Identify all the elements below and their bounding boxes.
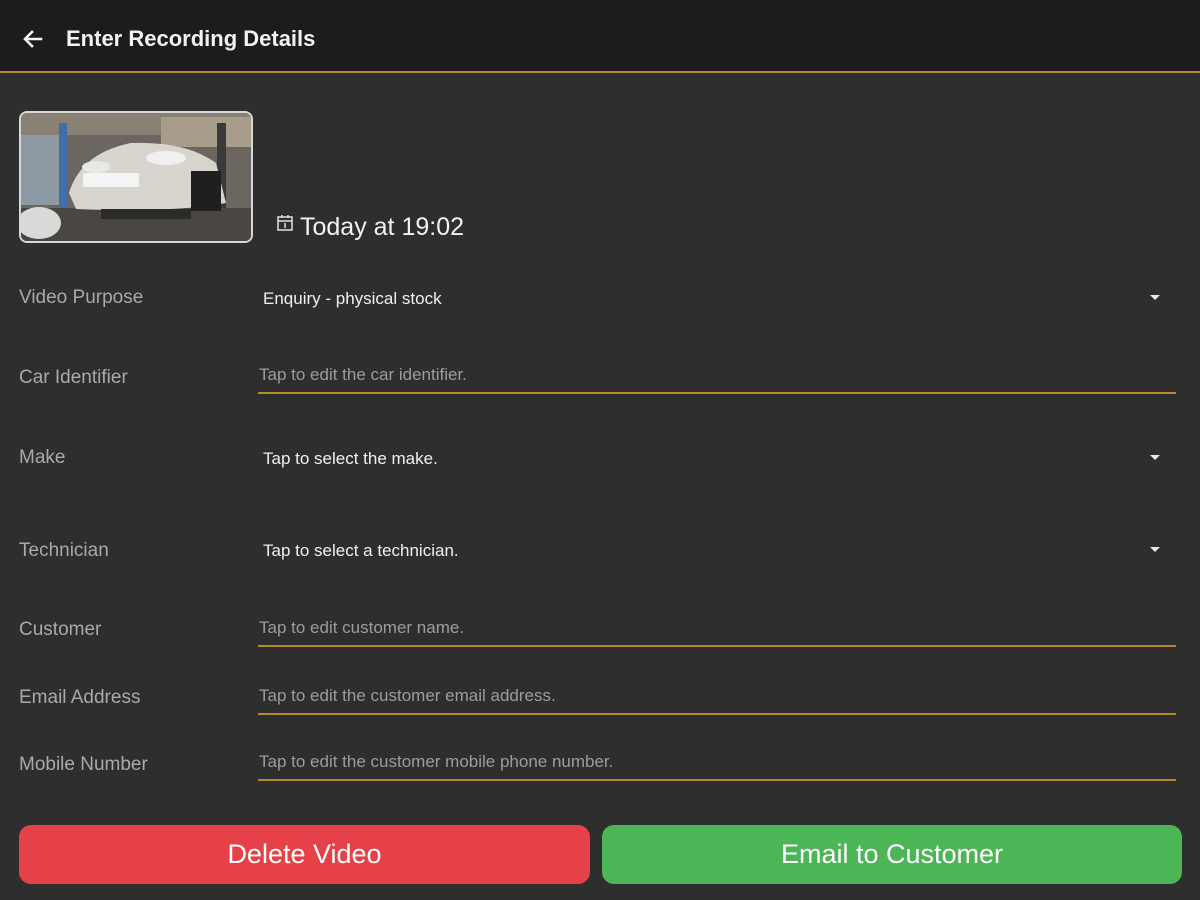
calendar-icon bbox=[277, 215, 293, 231]
email-to-customer-button[interactable]: Email to Customer bbox=[602, 825, 1182, 884]
email-address-input[interactable] bbox=[258, 679, 1176, 715]
mobile-number-label: Mobile Number bbox=[19, 754, 148, 775]
mobile-number-input[interactable] bbox=[258, 745, 1176, 781]
back-button[interactable] bbox=[18, 24, 48, 54]
video-purpose-label: Video Purpose bbox=[19, 287, 144, 308]
technician-label: Technician bbox=[19, 540, 109, 561]
technician-dropdown[interactable]: Tap to select a technician. bbox=[258, 531, 1176, 571]
car-identifier-label: Car Identifier bbox=[19, 367, 128, 388]
make-dropdown[interactable]: Tap to select the make. bbox=[258, 439, 1176, 479]
car-identifier-input[interactable] bbox=[258, 358, 1176, 394]
email-address-label: Email Address bbox=[19, 687, 141, 708]
video-thumbnail[interactable] bbox=[19, 111, 253, 243]
arrow-back-icon bbox=[23, 30, 43, 48]
technician-value: Tap to select a technician. bbox=[263, 541, 459, 560]
customer-name-input[interactable] bbox=[258, 611, 1176, 647]
recording-timestamp: Today at 19:02 bbox=[276, 210, 464, 244]
delete-video-button[interactable]: Delete Video bbox=[19, 825, 590, 884]
timestamp-text: Today at 19:02 bbox=[300, 212, 465, 241]
make-label: Make bbox=[19, 447, 66, 468]
customer-label: Customer bbox=[19, 619, 102, 640]
make-value: Tap to select the make. bbox=[263, 449, 438, 468]
video-purpose-value: Enquiry - physical stock bbox=[263, 289, 442, 308]
dropdown-arrow-icon bbox=[1150, 547, 1160, 552]
app-bar: Enter Recording Details bbox=[0, 0, 1200, 73]
video-purpose-dropdown[interactable]: Enquiry - physical stock bbox=[258, 279, 1176, 319]
dropdown-arrow-icon bbox=[1150, 295, 1160, 300]
dropdown-arrow-icon bbox=[1150, 455, 1160, 460]
page-title: Enter Recording Details bbox=[66, 26, 316, 51]
